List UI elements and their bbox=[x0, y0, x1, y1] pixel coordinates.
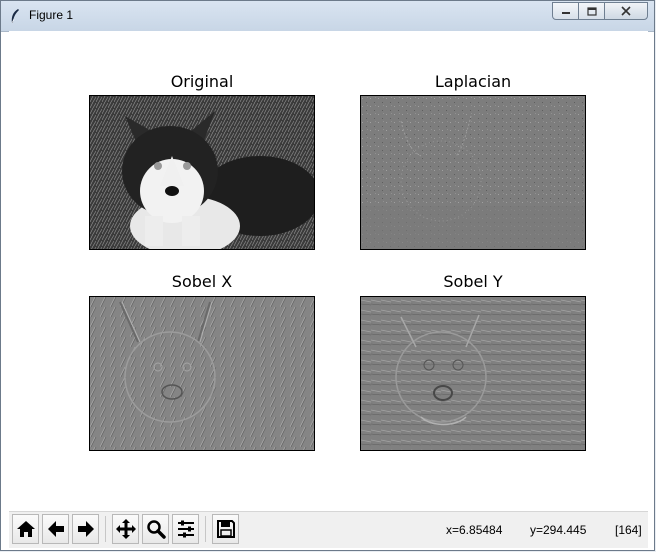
zoom-button[interactable] bbox=[142, 514, 169, 544]
save-button[interactable] bbox=[212, 514, 239, 544]
y-coordinate-readout: y=294.445 bbox=[530, 523, 587, 537]
pan-button[interactable] bbox=[112, 514, 139, 544]
maximize-icon bbox=[586, 6, 597, 16]
window-controls bbox=[552, 2, 648, 20]
home-button[interactable] bbox=[12, 514, 39, 544]
home-icon bbox=[16, 521, 35, 537]
navigation-toolbar: x=6.85484 y=294.445 [164] bbox=[9, 511, 648, 548]
back-icon bbox=[47, 521, 64, 537]
minimize-icon bbox=[561, 12, 570, 14]
laplacian-image bbox=[360, 95, 586, 250]
title-bar[interactable]: Figure 1 bbox=[1, 1, 654, 32]
minimize-button[interactable] bbox=[552, 2, 579, 20]
window-title: Figure 1 bbox=[29, 8, 74, 22]
configure-subplots-button[interactable] bbox=[172, 514, 199, 544]
panel-title-sobel-y: Sobel Y bbox=[443, 272, 503, 291]
toolbar-separator bbox=[205, 516, 206, 542]
feather-icon bbox=[11, 9, 19, 24]
close-icon bbox=[621, 6, 631, 16]
pixel-value-readout: [164] bbox=[615, 523, 642, 537]
panel-title-sobel-x: Sobel X bbox=[171, 272, 233, 291]
sobel-y-image bbox=[360, 296, 586, 451]
back-button[interactable] bbox=[42, 514, 69, 544]
zoom-icon bbox=[146, 520, 166, 539]
pan-icon bbox=[115, 519, 136, 539]
panel-title-original: Original bbox=[170, 72, 234, 91]
original-image bbox=[89, 95, 315, 250]
x-coordinate-readout: x=6.85484 bbox=[446, 523, 503, 537]
figure-canvas[interactable]: Original Laplacian Sobel X Sobel Y bbox=[9, 31, 648, 511]
panel-title-laplacian: Laplacian bbox=[434, 72, 512, 91]
forward-icon bbox=[77, 521, 94, 537]
save-icon bbox=[216, 520, 235, 538]
configure-subplots-icon bbox=[177, 520, 194, 538]
forward-button[interactable] bbox=[72, 514, 99, 544]
sobel-x-image bbox=[89, 296, 315, 451]
toolbar-separator bbox=[105, 516, 106, 542]
figure-window: Figure 1 Original Laplacian Sobel X Sobe… bbox=[0, 0, 655, 551]
close-button[interactable] bbox=[604, 2, 648, 20]
maximize-button[interactable] bbox=[578, 2, 605, 20]
